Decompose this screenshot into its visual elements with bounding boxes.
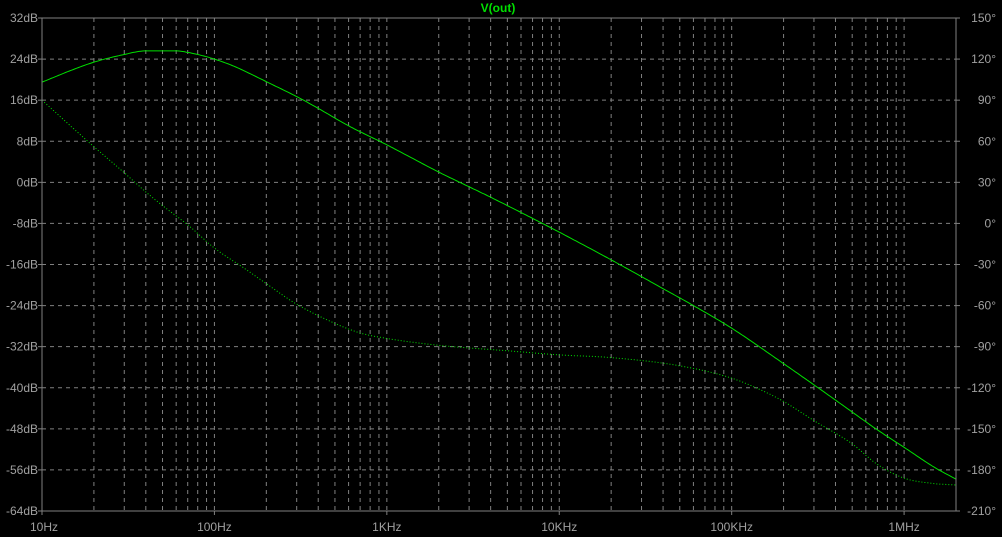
x-tick-label: 100KHz: [710, 520, 753, 534]
y-left-tick-label: 8dB: [17, 134, 38, 148]
y-right-tick-label: -150°: [967, 422, 996, 436]
x-tick-label: 10Hz: [30, 520, 58, 534]
y-left-tick-label: -24dB: [6, 299, 38, 313]
y-right-tick-label: -120°: [967, 381, 996, 395]
bode-plot: V(out) 32dB 24dB 16dB 8dB 0dB -8dB -16dB -24dB -…: [0, 0, 1002, 537]
y-left-tick-label: -48dB: [6, 422, 38, 436]
y-left-tick-label: 0dB: [17, 175, 38, 189]
y-right-tick-label: -90°: [974, 340, 996, 354]
y-right-tick-label: -30°: [974, 258, 996, 272]
y-left-tick-label: -56dB: [6, 463, 38, 477]
y-right-tick-label: 60°: [978, 134, 996, 148]
x-tick-label: 1KHz: [372, 520, 401, 534]
y-left-tick-label: -8dB: [13, 216, 38, 230]
y-right-tick-label: 150°: [971, 11, 996, 25]
y-right-tick-label: 120°: [971, 52, 996, 66]
y-right-tick-label: 0°: [985, 216, 997, 230]
y-right-tick-label: -210°: [967, 504, 996, 518]
y-right-tick-label: -60°: [974, 299, 996, 313]
y-left-tick-label: -40dB: [6, 381, 38, 395]
y-right-tick-label: 30°: [978, 175, 996, 189]
y-right-tick-label: 90°: [978, 93, 996, 107]
chart-title: V(out): [481, 1, 516, 15]
y-left-tick-label: 24dB: [10, 52, 38, 66]
y-right-tick-label: -180°: [967, 463, 996, 477]
y-left-tick-label: -64dB: [6, 504, 38, 518]
x-tick-label: 1MHz: [888, 520, 919, 534]
y-left-tick-label: -32dB: [6, 340, 38, 354]
x-tick-label: 10KHz: [541, 520, 577, 534]
y-left-tick-label: -16dB: [6, 258, 38, 272]
y-left-tick-label: 16dB: [10, 93, 38, 107]
x-tick-label: 100Hz: [197, 520, 232, 534]
y-left-tick-label: 32dB: [10, 11, 38, 25]
